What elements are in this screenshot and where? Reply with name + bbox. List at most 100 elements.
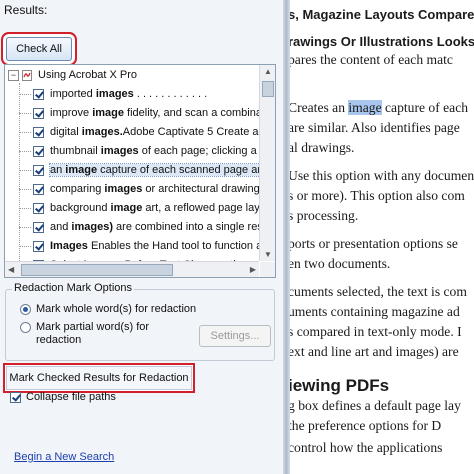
result-text: and images) are combined into a single r… xyxy=(50,221,259,233)
document-line-text: g box defines a default page lay xyxy=(290,398,461,413)
tree-connector xyxy=(19,151,31,152)
scroll-right-icon[interactable]: ▶ xyxy=(250,265,256,274)
document-line-text: ports or presentation options se xyxy=(290,236,458,251)
result-item[interactable]: Images Enables the Hand tool to function… xyxy=(33,237,259,255)
result-text-before: thumbnail xyxy=(50,145,101,157)
tree-connector xyxy=(19,113,31,114)
tree-connector xyxy=(19,170,31,171)
collapse-file-paths-option[interactable]: Collapse file paths xyxy=(10,391,116,403)
result-text-before: an xyxy=(50,164,66,176)
document-text-line: en two documents. xyxy=(290,256,390,272)
check-all-button[interactable]: Check All xyxy=(6,37,72,61)
result-checkbox[interactable] xyxy=(33,164,44,176)
scrollbar-thumb[interactable] xyxy=(21,264,173,276)
result-checkbox[interactable] xyxy=(33,183,44,195)
result-text-after: capture of each scanned page and xyxy=(97,164,259,176)
scroll-left-icon[interactable]: ◀ xyxy=(8,265,14,274)
document-line-text: the preference options for D xyxy=(290,418,442,433)
result-match-term: Images xyxy=(50,240,88,252)
document-text-line: the preference options for D xyxy=(290,418,441,434)
document-line-text: ext and line art and images) are xyxy=(290,344,459,359)
tree-root-item[interactable]: − Using Acrobat X Pro xyxy=(5,66,137,84)
result-text-before: comparing xyxy=(50,183,105,195)
pdf-file-icon xyxy=(22,69,32,81)
result-checkbox[interactable] xyxy=(33,126,44,138)
document-text-line: g box defines a default page lay xyxy=(290,398,461,414)
document-page: s, Magazine Layouts Compares rawings Or I… xyxy=(290,0,474,474)
document-text-line: s processing. xyxy=(290,208,358,224)
results-tree[interactable]: − Using Acrobat X Pro imported images . … xyxy=(4,64,276,278)
result-item[interactable]: comparing images or architectural drawin… xyxy=(33,180,259,198)
result-match-term: images. xyxy=(81,126,123,138)
result-text-before: and xyxy=(50,221,72,233)
document-line-text: control how the applications xyxy=(290,440,443,455)
scrollbar-corner xyxy=(260,262,275,277)
result-item[interactable]: improve image fidelity, and scan a combi… xyxy=(33,104,259,122)
result-checkbox[interactable] xyxy=(33,145,44,157)
mark-partial-words-radio[interactable] xyxy=(20,322,31,333)
result-checkbox[interactable] xyxy=(33,202,44,214)
document-text-line: iewing PDFs xyxy=(290,376,389,396)
mark-whole-words-radio[interactable] xyxy=(20,304,31,315)
document-line-text: s or more). This option also com xyxy=(290,188,465,203)
document-text-line: pares the content of each matc xyxy=(290,52,453,68)
result-text: background image art, a reflowed page la… xyxy=(50,202,259,214)
result-text-after: of each page; clicking a t xyxy=(138,145,259,157)
tree-connector xyxy=(19,94,31,95)
result-match-term: images xyxy=(95,88,134,100)
begin-new-search-link[interactable]: Begin a New Search xyxy=(14,451,114,463)
result-text-before: imported xyxy=(50,88,96,100)
result-checkbox[interactable] xyxy=(33,221,44,233)
document-line-text: Use this option with any documen xyxy=(290,168,474,183)
scrollbar-thumb[interactable] xyxy=(262,81,274,97)
horizontal-scrollbar[interactable]: ◀ ▶ xyxy=(5,261,259,277)
result-text-after: or architectural drawings xyxy=(142,183,259,195)
result-item[interactable]: and images) are combined into a single r… xyxy=(33,218,259,236)
result-match-term: image xyxy=(65,164,98,176)
result-text-after: . . . . . . . . . . . . xyxy=(133,88,208,100)
mark-whole-words-label: Mark whole word(s) for redaction xyxy=(36,303,197,315)
result-item[interactable]: background image art, a reflowed page la… xyxy=(33,199,259,217)
document-line-text: s processing. xyxy=(290,208,359,223)
tree-connector xyxy=(19,227,31,228)
root-document-label: Using Acrobat X Pro xyxy=(38,69,138,81)
document-text-line: rawings Or Illustrations Looks xyxy=(290,34,474,49)
result-checkbox[interactable] xyxy=(33,88,44,100)
result-item[interactable]: an image capture of each scanned page an… xyxy=(33,161,259,179)
result-item[interactable]: imported images . . . . . . . . . . . . xyxy=(33,85,207,103)
collapse-icon[interactable]: − xyxy=(8,69,19,81)
tree-connector xyxy=(19,132,31,133)
result-item[interactable]: thumbnail images of each page; clicking … xyxy=(33,142,259,160)
tree-connector xyxy=(19,83,20,261)
result-match-term: image xyxy=(92,107,124,119)
vertical-scrollbar[interactable]: ▲ ▼ xyxy=(259,65,275,261)
tree-connector xyxy=(19,208,31,209)
document-text-line: Use this option with any documen xyxy=(290,168,474,184)
document-text-line: uments containing magazine ad xyxy=(290,304,460,320)
scroll-up-icon[interactable]: ▲ xyxy=(264,67,272,76)
result-text: comparing images or architectural drawin… xyxy=(50,183,259,195)
panel-splitter[interactable] xyxy=(283,0,290,474)
document-text-line: al drawings. xyxy=(290,140,354,156)
settings-button[interactable]: Settings... xyxy=(199,325,271,347)
document-line-text: uments containing magazine ad xyxy=(290,304,460,319)
result-item[interactable]: digital images.Adobe Captivate 5 Create … xyxy=(33,123,259,141)
document-text-line: s compared in text-only mode. I xyxy=(290,324,462,340)
result-text-before: improve xyxy=(50,107,93,119)
collapse-file-paths-checkbox[interactable] xyxy=(10,391,21,403)
result-text: improve image fidelity, and scan a combi… xyxy=(50,107,259,119)
tree-connector xyxy=(19,189,31,190)
document-line-text: pares the content of each matc xyxy=(290,52,453,67)
result-match-term: images) xyxy=(71,221,113,233)
scroll-down-icon[interactable]: ▼ xyxy=(264,250,272,259)
document-line-text: Creates an xyxy=(290,100,349,115)
document-text-line: ext and line art and images) are xyxy=(290,344,459,360)
mark-checked-results-button[interactable]: Mark Checked Results for Redaction xyxy=(6,366,192,390)
mark-partial-words-label-line1: Mark partial word(s) for xyxy=(36,321,150,333)
redaction-options-title: Redaction Mark Options xyxy=(12,282,134,294)
document-line-text: capture of each xyxy=(381,100,469,115)
result-text: Images Enables the Hand tool to function… xyxy=(50,240,259,252)
result-checkbox[interactable] xyxy=(33,107,44,119)
search-highlight: image xyxy=(348,100,382,115)
result-checkbox[interactable] xyxy=(33,240,44,252)
